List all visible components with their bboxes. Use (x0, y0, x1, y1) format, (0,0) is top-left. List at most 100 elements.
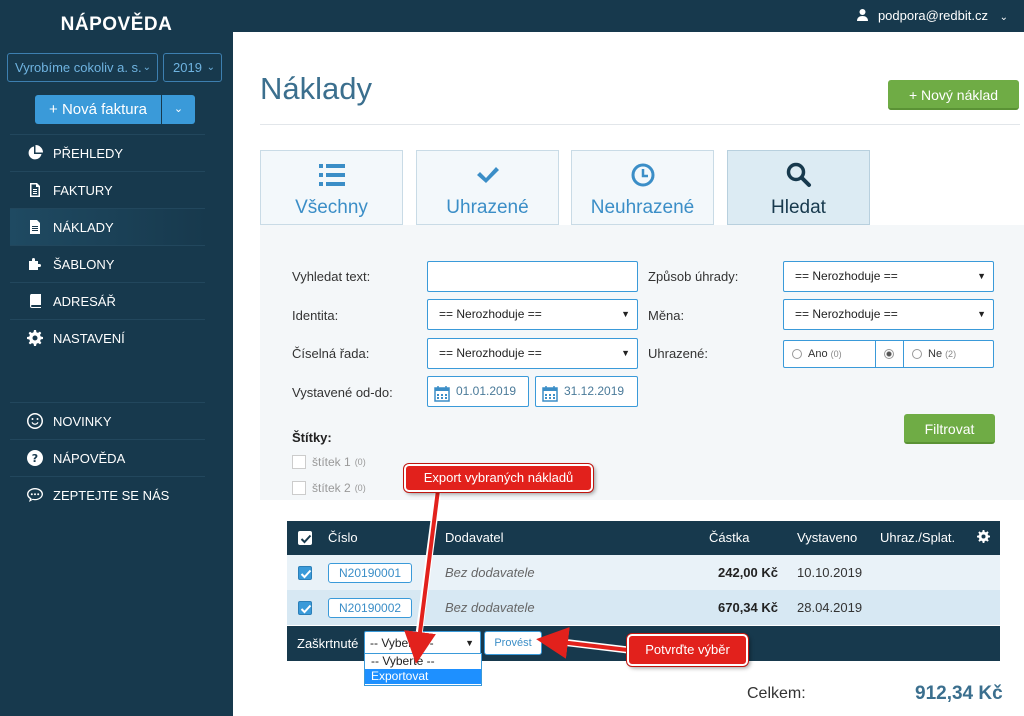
currency-value: == Nerozhoduje == (795, 307, 898, 321)
bulk-action-dropdown: -- Vyberte -- Exportovat (364, 653, 482, 686)
search-icon (728, 161, 869, 189)
year-select-value: 2019 (173, 60, 202, 75)
new-invoice-button[interactable]: + Nová faktura (35, 95, 161, 124)
sidebar-item-faktury[interactable]: FAKTURY (10, 171, 205, 208)
user-menu[interactable]: podpora@redbit.cz ⌄ (857, 0, 1008, 32)
row-checkbox[interactable] (298, 566, 312, 580)
new-invoice-dropdown-button[interactable]: ⌄ (162, 95, 195, 124)
identity-select[interactable]: == Nerozhoduje == ▼ (427, 299, 638, 330)
supplier-cell: Bez dodavatele (445, 600, 535, 615)
tab-all[interactable]: Všechny (260, 150, 403, 225)
tab-paid[interactable]: Uhrazené (416, 150, 559, 225)
column-header-issued[interactable]: Vystaveno (797, 521, 857, 555)
search-text-label: Vyhledat text: (292, 269, 371, 284)
series-select[interactable]: == Nerozhoduje == ▼ (427, 338, 638, 369)
column-header-supplier[interactable]: Dodavatel (445, 521, 504, 555)
new-cost-button[interactable]: + Nový náklad (888, 80, 1019, 110)
tab-label: Všechny (295, 197, 368, 218)
sidebar-item-label: ZEPTEJTE SE NÁS (53, 487, 170, 503)
tab-label: Hledat (771, 197, 826, 218)
sidebar-item-adresar[interactable]: ADRESÁŘ (10, 282, 205, 319)
dropdown-option[interactable]: -- Vyberte -- (365, 654, 481, 669)
sidebar-item-label: NOVINKY (53, 413, 112, 429)
row-checkbox[interactable] (298, 601, 312, 615)
date-to-input[interactable]: 31.12.2019 (535, 376, 638, 407)
total-label: Celkem: (747, 685, 806, 702)
table-row[interactable]: N20190002 Bez dodavatele 670,34 Kč 28.04… (287, 590, 1000, 625)
sidebar-item-label: NÁKLADY (53, 219, 114, 235)
sidebar-item-prehledy[interactable]: PŘEHLEDY (10, 134, 205, 171)
tags-title: Štítky: (292, 430, 332, 445)
tag-checkbox-2[interactable]: štítek 2 (0) (292, 481, 366, 495)
chevron-down-icon: ⌄ (999, 12, 1008, 23)
sidebar-item-novinky[interactable]: NOVINKY (10, 402, 205, 439)
total-value: 912,34 Kč (915, 683, 1003, 704)
bulk-action-value: -- Vyberte -- (370, 636, 434, 650)
sidebar-item-napoveda[interactable]: ? NÁPOVĚDA (10, 439, 205, 476)
chevron-down-icon: ⌄ (142, 62, 151, 73)
secondary-nav: NOVINKY ? NÁPOVĚDA ZEPTEJTE SE NÁS (10, 402, 205, 513)
tab-unpaid[interactable]: Neuhrazené (571, 150, 714, 225)
date-from-input[interactable]: 01.01.2019 (427, 376, 529, 407)
file-icon (26, 218, 44, 236)
column-settings-gear-icon[interactable] (977, 522, 990, 556)
supplier-cell: Bez dodavatele (445, 565, 535, 580)
filter-button[interactable]: Filtrovat (904, 414, 995, 444)
sidebar-item-label: PŘEHLEDY (53, 145, 124, 161)
paid-no-radio[interactable]: Ne (2) (904, 341, 993, 367)
calendar-icon (434, 384, 450, 413)
identity-select-value: == Nerozhoduje == (439, 307, 542, 321)
amount-cell: 670,34 Kč (718, 600, 778, 615)
amount-cell: 242,00 Kč (718, 565, 778, 580)
caret-down-icon: ▼ (465, 638, 474, 648)
radio-icon (792, 349, 802, 359)
svg-text:?: ? (32, 452, 38, 465)
user-email: podpora@redbit.cz (877, 8, 988, 23)
tag-label: štítek 1 (312, 455, 351, 469)
tag-checkbox-1[interactable]: štítek 1 (0) (292, 455, 366, 469)
currency-select[interactable]: == Nerozhoduje == ▼ (783, 299, 994, 330)
series-label: Číselná řada: (292, 346, 370, 361)
dropdown-option-export[interactable]: Exportovat (365, 669, 481, 684)
select-all-checkbox[interactable] (298, 531, 312, 545)
user-icon (857, 1, 869, 33)
smiley-icon (26, 412, 44, 430)
sidebar-item-label: FAKTURY (53, 182, 113, 198)
main-nav: PŘEHLEDY FAKTURY NÁKLADY ŠABLONY ADRESÁŘ… (10, 134, 205, 356)
sidebar: NÁPOVĚDA Vyrobíme cokoliv a. s. ⌄ 2019 ⌄… (0, 0, 233, 716)
bulk-action-select[interactable]: -- Vyberte -- ▼ (364, 631, 481, 655)
paid-yes-radio[interactable]: Ano (0) (784, 341, 876, 367)
execute-button[interactable]: Provést (484, 631, 542, 655)
column-header-number[interactable]: Číslo (328, 521, 358, 555)
year-select[interactable]: 2019 ⌄ (163, 53, 222, 82)
sidebar-item-zeptejte-se[interactable]: ZEPTEJTE SE NÁS (10, 476, 205, 513)
company-select[interactable]: Vyrobíme cokoliv a. s. ⌄ (7, 53, 158, 82)
tag-count: (0) (354, 483, 366, 493)
calendar-icon (542, 384, 558, 413)
table-row[interactable]: N20190001 Bez dodavatele 242,00 Kč 10.10… (287, 555, 1000, 590)
tab-search[interactable]: Hledat (727, 150, 870, 225)
sidebar-item-nastaveni[interactable]: NASTAVENÍ (10, 319, 205, 356)
sidebar-item-naklady[interactable]: NÁKLADY (10, 208, 205, 245)
tag-label: štítek 2 (312, 481, 351, 495)
paid-any-radio[interactable] (876, 341, 904, 367)
tab-label: Uhrazené (446, 197, 529, 218)
page-title: Náklady (260, 71, 372, 106)
cost-number-link[interactable]: N20190001 (328, 563, 413, 583)
payment-method-label: Způsob úhrady: (648, 269, 739, 284)
check-icon (417, 161, 558, 189)
issued-label: Vystavené od-do: (292, 385, 393, 400)
callout-confirm: Potvrďte výběr (627, 634, 748, 666)
column-header-paid-due[interactable]: Uhraz./Splat. (880, 521, 955, 555)
clock-icon (572, 161, 713, 189)
table-header: Číslo Dodavatel Částka Vystaveno Uhraz./… (287, 521, 1000, 555)
checkbox-icon (292, 455, 306, 469)
column-header-amount[interactable]: Částka (709, 521, 749, 555)
question-icon: ? (26, 449, 44, 467)
payment-method-select[interactable]: == Nerozhoduje == ▼ (783, 261, 994, 292)
chat-icon (26, 486, 44, 504)
sidebar-item-sablony[interactable]: ŠABLONY (10, 245, 205, 282)
callout-export: Export vybraných nákladů (404, 464, 593, 492)
search-text-input[interactable] (427, 261, 638, 292)
cost-number-link[interactable]: N20190002 (328, 598, 413, 618)
